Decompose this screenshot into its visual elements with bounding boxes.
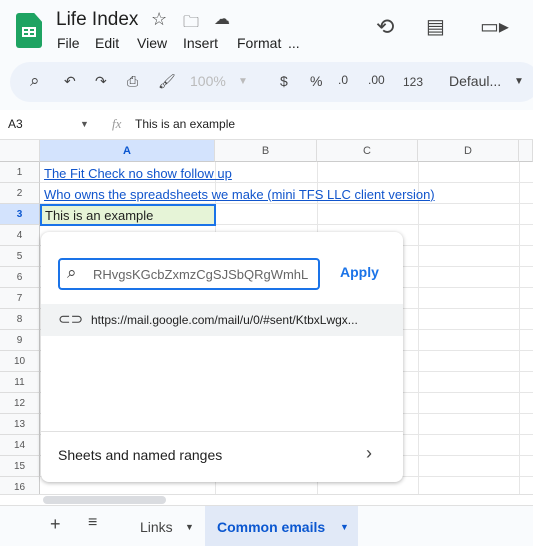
link-suggestion[interactable]: ⊂⊃ https://mail.google.com/mail/u/0/#sen…	[41, 304, 403, 336]
all-sheets-icon[interactable]: ≡	[88, 514, 97, 532]
row-header-15[interactable]: 15	[0, 456, 40, 477]
menu-format[interactable]: Format	[237, 35, 281, 51]
percent-button[interactable]: %	[310, 73, 322, 89]
horizontal-scroll-area	[0, 494, 533, 505]
link-popup: ⌕ RHvgsKGcbZxmzCgSJSbQRgWmhL Apply ⊂⊃ ht…	[41, 232, 403, 482]
fx-icon: fx	[112, 116, 122, 131]
star-icon[interactable]: ☆	[151, 9, 167, 30]
link-search-input[interactable]: ⌕ RHvgsKGcbZxmzCgSJSbQRgWmhL	[58, 258, 320, 290]
font-dropdown-icon[interactable]: ▼	[514, 76, 524, 87]
column-header-b[interactable]: B	[215, 140, 317, 162]
row-header-4[interactable]: 4	[0, 225, 40, 246]
chevron-down-icon[interactable]: ▼	[185, 522, 194, 532]
cell-a1-link[interactable]: The Fit Check no show follow up	[44, 166, 232, 181]
number-format-button[interactable]: 123	[403, 75, 423, 89]
undo-icon[interactable]: ↶	[64, 73, 76, 90]
row-header-3[interactable]: 3	[0, 204, 40, 225]
row-header-7[interactable]: 7	[0, 288, 40, 309]
menu-edit[interactable]: Edit	[95, 35, 119, 51]
chevron-down-icon[interactable]: ▼	[340, 522, 349, 532]
increase-decimal-button[interactable]: .00	[368, 73, 385, 87]
menu-view[interactable]: View	[137, 35, 167, 51]
row-header-8[interactable]: 8	[0, 309, 40, 330]
menu-more[interactable]: ...	[288, 35, 300, 51]
tab-links-label: Links	[140, 519, 173, 535]
row-header-6[interactable]: 6	[0, 267, 40, 288]
cell-a2-link[interactable]: Who owns the spreadsheets we make (mini …	[44, 187, 435, 202]
currency-button[interactable]: $	[280, 73, 288, 89]
add-sheet-icon[interactable]: +	[50, 514, 61, 535]
name-box-dropdown-icon[interactable]: ▼	[80, 119, 89, 129]
zoom-select[interactable]: 100%	[190, 73, 226, 89]
row-header-14[interactable]: 14	[0, 435, 40, 456]
column-header-c[interactable]: C	[317, 140, 418, 162]
tab-common-emails-label: Common emails	[217, 519, 326, 535]
sheets-ranges-label: Sheets and named ranges	[58, 447, 223, 463]
menu-file[interactable]: File	[57, 35, 80, 51]
row-header-10[interactable]: 10	[0, 351, 40, 372]
select-all-corner[interactable]	[0, 140, 40, 162]
formula-bar: A3 ▼ fx This is an example	[0, 110, 533, 140]
row-header-2[interactable]: 2	[0, 183, 40, 204]
row-header-1[interactable]: 1	[0, 162, 40, 183]
formula-input[interactable]: This is an example	[135, 117, 235, 131]
column-header-d[interactable]: D	[418, 140, 519, 162]
link-search-value: RHvgsKGcbZxmzCgSJSbQRgWmhL	[93, 267, 309, 282]
column-header-a[interactable]: A	[40, 140, 215, 162]
row-header-11[interactable]: 11	[0, 372, 40, 393]
paint-format-icon[interactable]: 🖌	[158, 73, 176, 90]
sheets-and-named-ranges[interactable]: Sheets and named ranges ›	[41, 432, 403, 478]
row-header-5[interactable]: 5	[0, 246, 40, 267]
link-icon: ⊂⊃	[58, 311, 84, 328]
menu-insert[interactable]: Insert	[183, 35, 218, 51]
name-box[interactable]: A3	[8, 117, 23, 131]
zoom-dropdown-icon[interactable]: ▼	[238, 76, 248, 87]
row-header-12[interactable]: 12	[0, 393, 40, 414]
version-history-icon[interactable]: ⟲	[376, 14, 394, 40]
move-folder-icon[interactable]: 🗀	[183, 11, 199, 38]
print-icon[interactable]: ⎙	[127, 73, 138, 90]
cell-a3-text: This is an example	[45, 208, 154, 223]
search-icon: ⌕	[67, 263, 77, 282]
apply-button[interactable]: Apply	[340, 264, 379, 280]
chevron-right-icon: ›	[366, 443, 372, 463]
sheets-logo[interactable]	[16, 13, 42, 48]
comments-icon[interactable]: ▤	[426, 14, 445, 39]
horizontal-scrollbar[interactable]	[43, 496, 166, 504]
row-header-9[interactable]: 9	[0, 330, 40, 351]
redo-icon[interactable]: ↷	[95, 73, 107, 90]
meet-icon[interactable]: ▭▸	[480, 14, 509, 39]
cloud-saved-icon[interactable]: ☁	[214, 9, 230, 29]
row-header-13[interactable]: 13	[0, 414, 40, 435]
font-select[interactable]: Defaul...	[449, 73, 501, 89]
column-header-e[interactable]	[519, 140, 533, 162]
doc-title[interactable]: Life Index	[56, 9, 138, 31]
tab-common-emails[interactable]: Common emails ▼	[205, 506, 358, 546]
search-menus-icon[interactable]: ⌕	[30, 71, 40, 91]
tab-links[interactable]: Links ▼	[130, 506, 205, 546]
sheet-tab-bar: + ≡ Links ▼ Common emails ▼	[0, 505, 533, 546]
cell-a3-selected[interactable]: This is an example	[40, 204, 216, 226]
decrease-decimal-button[interactable]: .0	[338, 73, 348, 87]
suggestion-url: https://mail.google.com/mail/u/0/#sent/K…	[91, 313, 358, 327]
